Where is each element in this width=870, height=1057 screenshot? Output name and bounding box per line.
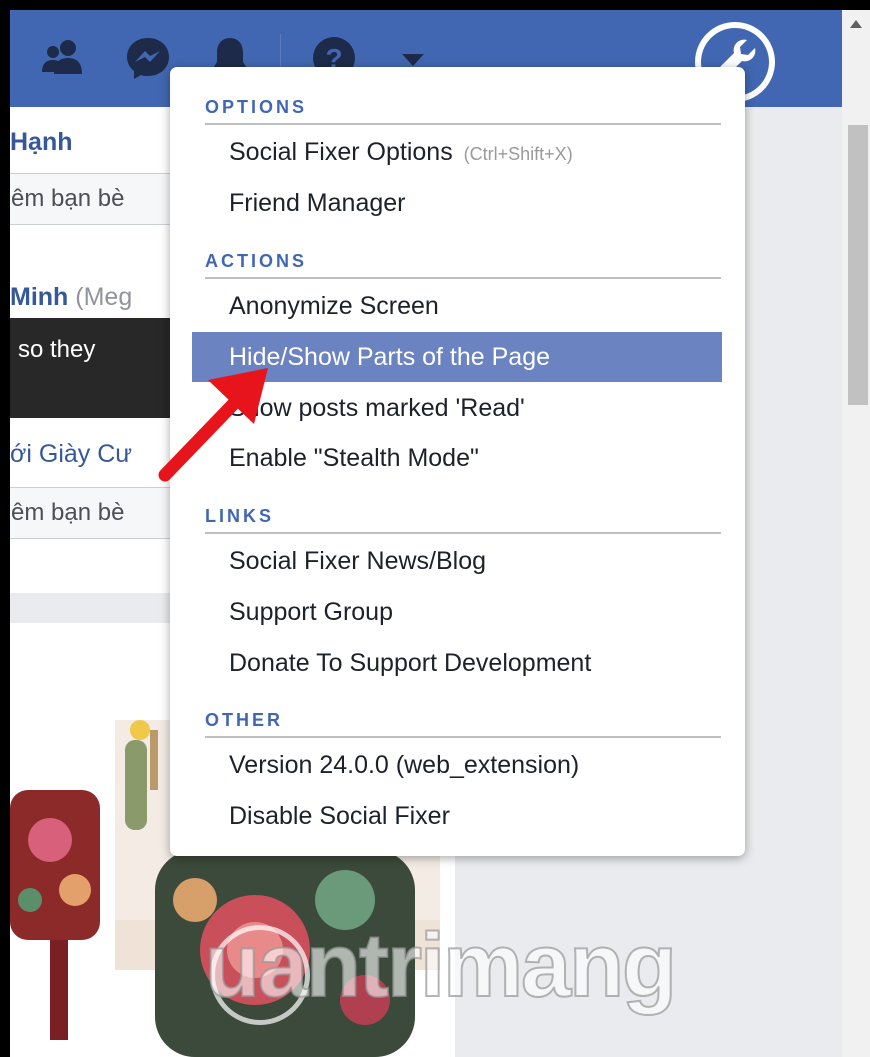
person-name-link[interactable]: ới Giày Cư [10,440,132,469]
section-header-links: LINKS [205,506,721,534]
scrollbar[interactable] [842,10,870,1057]
add-friend-button[interactable]: êm bạn bè [10,173,172,225]
person-name-text: Minh [10,283,69,311]
menu-item-version: Version 24.0.0 (web_extension) [229,751,580,779]
menu-item-anonymize-screen[interactable]: Anonymize Screen [192,281,722,331]
menu-item-support-group[interactable]: Support Group [192,587,722,637]
product-image-bag [10,750,110,1050]
scroll-up-arrow-icon[interactable] [850,20,862,28]
watermark-text: uantrimang [204,915,678,1017]
tooltip-text: so they [18,336,96,363]
scrollbar-thumb[interactable] [848,125,868,405]
menu-item-disable-social-fixer[interactable]: Disable Social Fixer [192,791,722,841]
person-name-link[interactable]: Minh (Meg [10,283,132,312]
menu-item-social-fixer-options[interactable]: Social Fixer Options (Ctrl+Shift+X) [192,127,722,177]
browser-viewport: ? Hạnh êm bạn bè Minh (Meg so they ới Gi… [10,10,870,1057]
menu-item-donate[interactable]: Donate To Support Development [192,638,722,688]
menu-item-news-blog[interactable]: Social Fixer News/Blog [192,536,722,586]
friends-icon[interactable] [38,32,90,84]
person-extra-text: (Meg [75,283,133,311]
person-name-link[interactable]: Hạnh [10,128,73,157]
messenger-icon[interactable] [122,32,174,84]
menu-item-friend-manager[interactable]: Friend Manager [192,178,722,228]
annotation-arrow-icon [158,368,268,482]
section-header-options: OPTIONS [205,97,721,125]
section-header-actions: ACTIONS [205,251,721,279]
menu-item-label: Social Fixer Options [229,138,453,166]
keyboard-shortcut: (Ctrl+Shift+X) [463,144,573,164]
add-friend-button[interactable]: êm bạn bè [10,487,172,539]
section-header-other: OTHER [205,710,721,738]
